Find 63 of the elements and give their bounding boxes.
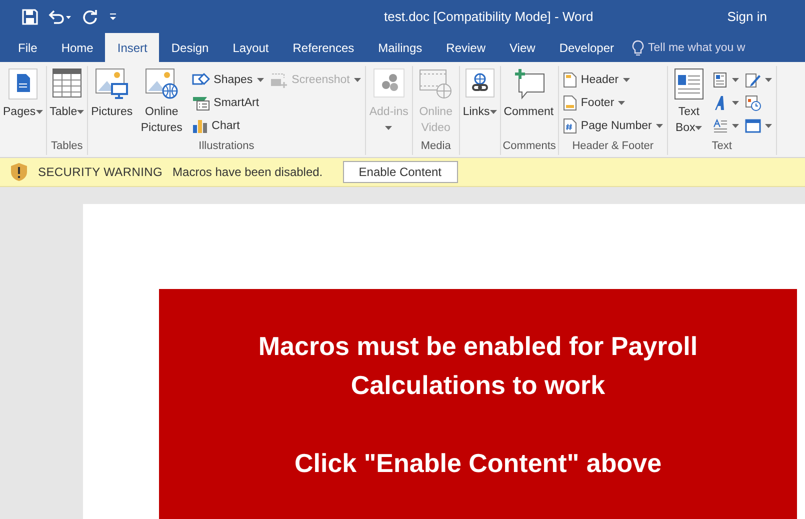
smartart-icon xyxy=(192,94,210,110)
save-icon[interactable] xyxy=(22,8,38,24)
redo-icon[interactable] xyxy=(82,8,98,24)
page-footer-icon xyxy=(562,94,577,110)
window-icon xyxy=(744,118,761,134)
ribbon-tab[interactable]: Layout xyxy=(220,33,281,62)
ribbon-button[interactable]: Footer xyxy=(560,91,665,114)
picture-globe-icon xyxy=(144,68,179,100)
page-icon xyxy=(8,68,38,100)
ribbon-tab[interactable]: File xyxy=(6,33,50,62)
ribbon-tab[interactable]: Design xyxy=(159,33,221,62)
page-number-icon xyxy=(562,118,577,134)
banner-text: Click "Enable Content" above xyxy=(293,447,663,480)
ribbon-button[interactable]: Pages xyxy=(2,66,44,122)
ribbon-button[interactable]: SmartArt xyxy=(190,91,266,114)
group-label: Comments xyxy=(502,140,556,152)
shield-warning-icon xyxy=(10,162,28,182)
group-label: Text xyxy=(712,140,732,152)
bar-chart-icon xyxy=(192,118,208,134)
ribbon-tab[interactable]: Developer xyxy=(547,33,626,62)
ribbon-button[interactable]: Comment xyxy=(502,66,555,122)
ribbon-tab[interactable]: Insert xyxy=(105,33,160,62)
pen-icon xyxy=(744,72,761,88)
calendar-clock-icon xyxy=(744,94,761,110)
ribbon-button[interactable]: Online Pictures xyxy=(136,66,188,138)
warning-message: Macros have been disabled. xyxy=(172,165,323,179)
ribbon-tab[interactable]: Review xyxy=(434,33,498,62)
ribbon-button[interactable]: Links xyxy=(462,66,498,122)
picture-icon xyxy=(94,68,129,100)
undo-icon[interactable] xyxy=(48,8,72,24)
ribbon-button[interactable]: Chart xyxy=(190,114,266,137)
text-box-icon xyxy=(674,68,704,100)
ribbon-button[interactable]: Header xyxy=(560,68,665,91)
ribbon-tab[interactable]: References xyxy=(280,33,366,62)
ribbon-button[interactable]: Page Number xyxy=(560,114,665,137)
ribbon-button[interactable]: Pictures xyxy=(90,66,134,122)
customize-menu-icon[interactable] xyxy=(108,12,118,22)
film-globe-icon xyxy=(418,68,453,100)
lightbulb-icon xyxy=(632,40,644,56)
sign-in-link[interactable]: Sign in xyxy=(721,8,773,25)
shapes-icon xyxy=(192,72,210,88)
group-label: Header & Footer xyxy=(572,140,654,152)
group-label: Media xyxy=(420,140,451,152)
drop-cap-icon xyxy=(712,118,728,134)
ribbon-tab[interactable]: Mailings xyxy=(366,33,434,62)
page-header-icon xyxy=(562,72,577,88)
enable-content-button[interactable]: Enable Content xyxy=(342,161,458,183)
cubes-icon xyxy=(372,68,405,100)
link-icon xyxy=(464,68,495,100)
window-title: test.doc [Compatibility Mode] - Word xyxy=(384,9,594,24)
document-parts-icon xyxy=(712,72,728,88)
ribbon-button[interactable]: Text Box xyxy=(670,66,708,138)
ribbon-tab[interactable]: Home xyxy=(49,33,106,62)
warning-heading: SECURITY WARNING xyxy=(38,165,163,179)
group-label: Tables xyxy=(50,140,83,152)
table-icon xyxy=(52,68,82,100)
camera-icon xyxy=(270,72,288,88)
ribbon-button[interactable]: Table xyxy=(48,66,86,122)
ribbon-button[interactable]: Shapes xyxy=(190,68,266,91)
banner-text: Macros must be enabled for Payroll Calculations to work xyxy=(257,330,699,402)
group-label: Illustrations xyxy=(198,140,254,152)
ribbon-tab[interactable]: View xyxy=(498,33,548,62)
tell-me-search-field[interactable]: Tell me what you w xyxy=(648,42,746,54)
